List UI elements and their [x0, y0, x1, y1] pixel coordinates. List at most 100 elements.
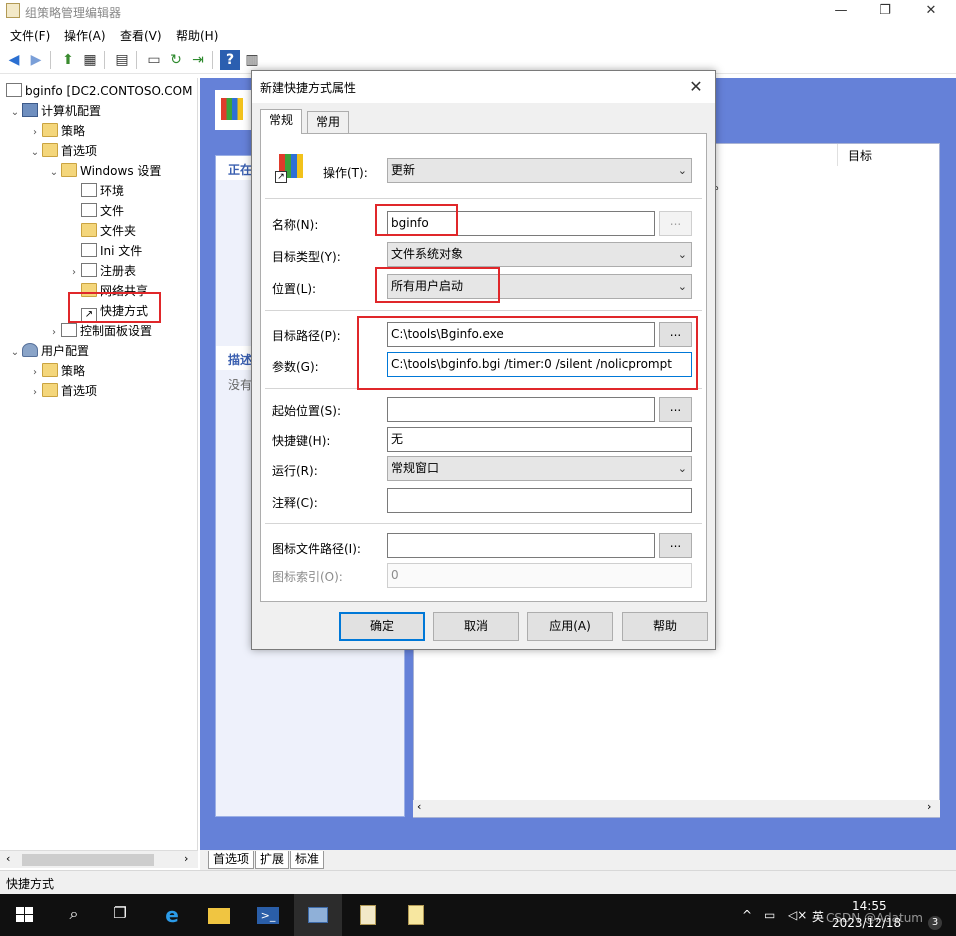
dialog-title: 新建快捷方式属性 [260, 81, 357, 95]
chevron-down-icon: ⌄ [677, 462, 687, 475]
shortcut-properties-dialog: 新建快捷方式属性 ✕ 常规 常用 ↗ 操作(T): 更新 ⌄ 名称(N): bgi… [251, 70, 716, 650]
tree-horizontal-scrollbar[interactable]: ‹ › [0, 850, 198, 868]
action-select[interactable]: 更新 ⌄ [387, 158, 692, 183]
tree-shortcuts[interactable]: ↗ 快捷方式 [67, 301, 148, 322]
comment-label: 注释(C): [272, 496, 318, 510]
cancel-button[interactable]: 取消 [433, 612, 519, 641]
expand-chevron-icon[interactable]: ⌄ [28, 143, 42, 163]
server-manager-icon[interactable] [306, 904, 330, 926]
tab-preferences[interactable]: 首选项 [208, 851, 255, 869]
tab-extended[interactable]: 扩展 [255, 851, 290, 869]
scroll-right-icon[interactable]: › [184, 852, 188, 865]
export-icon[interactable]: ⇥ [188, 50, 208, 70]
tree-control-panel[interactable]: › 控制面板设置 [47, 321, 152, 341]
action-label: 操作(T): [323, 166, 368, 180]
icon-path-browse-button[interactable]: ... [659, 533, 692, 558]
help-button[interactable]: 帮助 [622, 612, 708, 641]
tree-ini-files[interactable]: Ini 文件 [67, 241, 142, 261]
forward-arrow-icon[interactable]: ▶ [26, 50, 46, 70]
watermark-text: CSDN @Adatum [826, 911, 923, 925]
tab-common[interactable]: 常用 [307, 111, 350, 133]
gpmc-taskbar-icon[interactable] [356, 904, 380, 926]
tree-preferences[interactable]: ⌄ 首选项 [28, 141, 97, 161]
help-icon[interactable]: ? [220, 50, 240, 70]
location-select[interactable]: 所有用户启动 ⌄ [387, 274, 692, 299]
column-header-target[interactable]: 目标 [848, 147, 872, 164]
strip-description-text: 没有 [228, 378, 253, 392]
dialog-close-icon[interactable]: ✕ [681, 73, 711, 101]
tree-network-shares[interactable]: 网络共享 [67, 281, 148, 301]
tree-policies[interactable]: › 策略 [28, 121, 85, 141]
tree-environment[interactable]: 环境 [67, 181, 124, 201]
back-arrow-icon[interactable]: ◀ [4, 50, 24, 70]
arguments-field[interactable]: C:\tools\bginfo.bgi /timer:0 /silent /no… [387, 352, 692, 377]
collapse-chevron-icon[interactable]: › [28, 123, 42, 143]
tree-computer-config[interactable]: ⌄ 计算机配置 [8, 101, 101, 121]
name-browse-button[interactable]: ... [659, 211, 692, 236]
list-horizontal-scrollbar[interactable]: ‹ › [413, 800, 940, 817]
tree-windows-settings[interactable]: ⌄ Windows 设置 [47, 161, 161, 181]
expand-chevron-icon[interactable]: ⌄ [8, 103, 22, 123]
target-type-select[interactable]: 文件系统对象 ⌄ [387, 242, 692, 267]
maximize-button[interactable]: ❐ [862, 0, 908, 22]
collapse-chevron-icon[interactable]: › [47, 323, 61, 343]
tree-files[interactable]: 文件 [67, 201, 124, 221]
apply-button[interactable]: 应用(A) [527, 612, 613, 641]
expand-chevron-icon[interactable]: ⌄ [8, 343, 22, 363]
ok-button[interactable]: 确定 [339, 612, 425, 641]
properties-icon[interactable]: ▥ [242, 50, 262, 70]
run-select[interactable]: 常规窗口 ⌄ [387, 456, 692, 481]
tab-general[interactable]: 常规 [260, 109, 303, 134]
tree-root[interactable]: bginfo [DC2.CONTOSO.COM [6, 81, 192, 101]
comment-field[interactable] [387, 488, 692, 513]
notification-badge[interactable]: 3 [928, 916, 942, 930]
collapse-chevron-icon[interactable]: › [28, 363, 42, 383]
folder-icon [42, 123, 58, 137]
scroll-right-icon[interactable]: › [927, 800, 931, 813]
scroll-thumb[interactable] [22, 854, 154, 866]
expand-chevron-icon[interactable]: ⌄ [47, 163, 61, 183]
tree-user-config[interactable]: ⌄ 用户配置 [8, 341, 89, 361]
collapse-chevron-icon[interactable]: › [67, 263, 81, 283]
file-explorer-icon[interactable] [207, 904, 231, 926]
print-icon[interactable]: ▭ [144, 50, 164, 70]
scroll-left-icon[interactable]: ‹ [6, 852, 10, 865]
up-folder-icon[interactable]: ⬆ [58, 50, 78, 70]
task-view-icon[interactable]: ❐ [108, 904, 132, 926]
ime-indicator[interactable]: 英 [812, 908, 824, 925]
show-tree-icon[interactable]: ▦ [80, 50, 100, 70]
menu-help[interactable]: 帮助(H) [176, 27, 218, 44]
menu-action[interactable]: 操作(A) [64, 27, 106, 44]
windows-start-icon[interactable] [14, 904, 38, 926]
refresh-icon[interactable]: ↻ [166, 50, 186, 70]
tree-user-policies[interactable]: › 策略 [28, 361, 85, 381]
scroll-left-icon[interactable]: ‹ [417, 800, 421, 813]
menu-file[interactable]: 文件(F) [10, 27, 50, 44]
close-window-button[interactable]: ✕ [908, 0, 954, 22]
collapse-chevron-icon[interactable]: › [28, 383, 42, 403]
menu-view[interactable]: 查看(V) [120, 27, 162, 44]
folder-icon [42, 383, 58, 397]
start-in-field[interactable] [387, 397, 655, 422]
tray-chevron-up-icon[interactable]: ^ [742, 908, 752, 922]
hotkey-field[interactable]: 无 [387, 427, 692, 452]
minimize-button[interactable]: — [818, 0, 864, 22]
tab-standard[interactable]: 标准 [290, 851, 325, 869]
icon-path-field[interactable] [387, 533, 655, 558]
shortcut-arrow-icon: ↗ [81, 308, 97, 322]
name-field[interactable]: bginfo [387, 211, 655, 236]
target-path-browse-button[interactable]: ... [659, 322, 692, 347]
target-path-field[interactable]: C:\tools\Bginfo.exe [387, 322, 655, 347]
tree-user-preferences[interactable]: › 首选项 [28, 381, 97, 401]
menu-bar: 文件(F) 操作(A) 查看(V) 帮助(H) [0, 24, 956, 44]
start-in-browse-button[interactable]: ... [659, 397, 692, 422]
clipboard-icon[interactable]: ▤ [112, 50, 132, 70]
ie-icon[interactable]: e [160, 904, 184, 926]
gpme-taskbar-icon[interactable] [404, 904, 428, 926]
tree-folders[interactable]: 文件夹 [67, 221, 136, 241]
tree-registry[interactable]: › 注册表 [67, 261, 136, 281]
powershell-icon[interactable]: >_ [256, 904, 280, 926]
network-icon[interactable]: ▭ [764, 908, 775, 922]
volume-muted-icon[interactable]: ◁× [788, 908, 807, 922]
search-icon[interactable]: ⌕ [62, 904, 86, 926]
